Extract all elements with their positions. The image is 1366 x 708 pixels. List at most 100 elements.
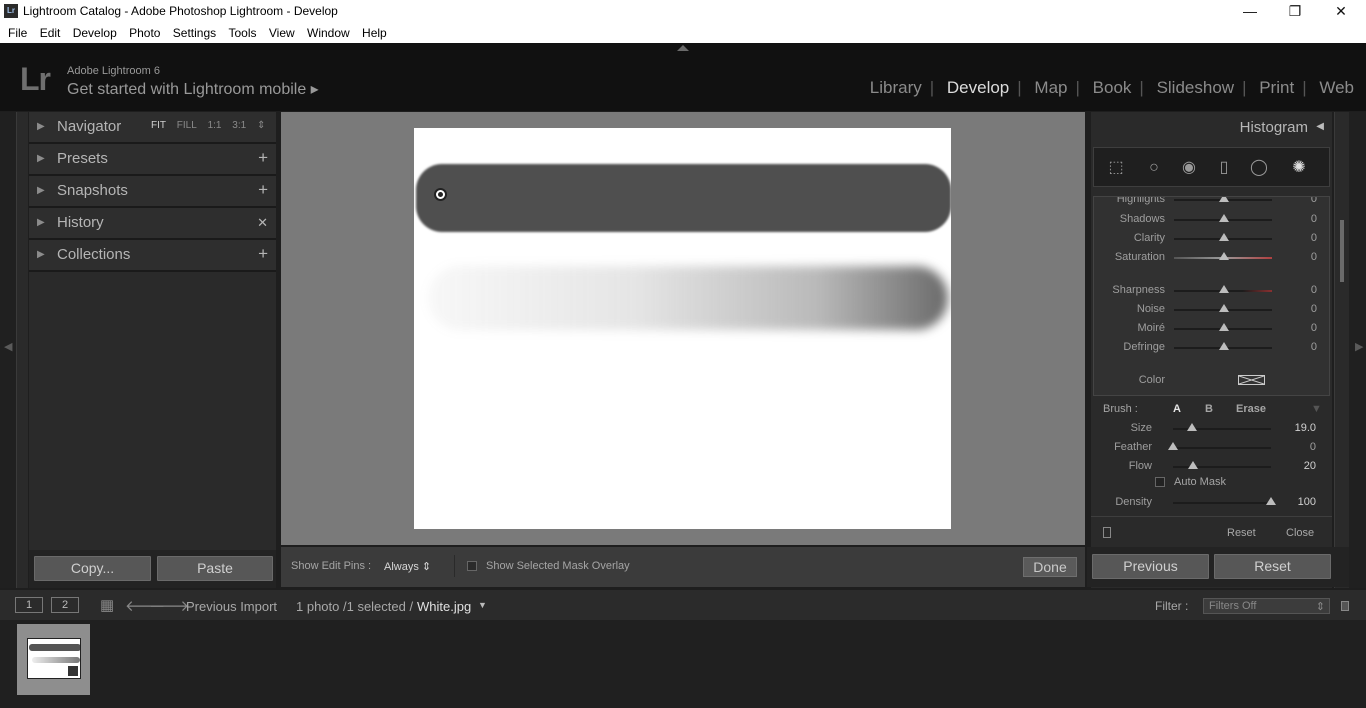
- navigator-header[interactable]: ▶ Navigator FIT FILL 1:1 3:1 ⇕: [29, 112, 276, 144]
- graduated-filter-icon[interactable]: ▯: [1214, 158, 1234, 178]
- histogram-header[interactable]: Histogram ◀: [1091, 112, 1332, 142]
- grid-view-icon[interactable]: ▦: [100, 596, 114, 614]
- adj-noise[interactable]: Noise 0: [1094, 301, 1329, 319]
- right-edge[interactable]: ▶: [1349, 112, 1366, 588]
- lightroom-window: Lr Lightroom Catalog - Adobe Photoshop L…: [0, 0, 1366, 708]
- radial-filter-icon[interactable]: ◯: [1249, 158, 1269, 178]
- mask-overlay-checkbox[interactable]: [467, 561, 477, 571]
- module-web[interactable]: Web: [1311, 78, 1362, 97]
- adj-color[interactable]: Color: [1094, 372, 1329, 390]
- maximize-button[interactable]: ❐: [1272, 0, 1318, 23]
- menu-view[interactable]: View: [269, 23, 295, 40]
- filter-lock-switch[interactable]: [1341, 601, 1349, 611]
- brush-size[interactable]: Size 19.0: [1093, 420, 1330, 438]
- screen-2-button[interactable]: 2: [51, 597, 79, 613]
- edit-pin-icon[interactable]: [434, 188, 447, 201]
- brush-collapse-icon[interactable]: ▼: [1311, 403, 1322, 415]
- menu-edit[interactable]: Edit: [40, 23, 61, 40]
- zoom-1-1[interactable]: 1:1: [208, 120, 222, 131]
- menu-settings[interactable]: Settings: [173, 23, 216, 40]
- module-print[interactable]: Print: [1251, 78, 1302, 97]
- presets-header[interactable]: ▶ Presets +: [29, 144, 276, 176]
- mask-reset-button[interactable]: Reset: [1227, 527, 1256, 539]
- adjustment-brush-icon[interactable]: ✺: [1289, 158, 1309, 178]
- snapshots-header[interactable]: ▶ Snapshots +: [29, 176, 276, 208]
- auto-mask-checkbox[interactable]: [1155, 477, 1165, 487]
- zoom-fill[interactable]: FILL: [177, 120, 197, 131]
- zoom-fit[interactable]: FIT: [151, 120, 166, 131]
- photo-thumbnail[interactable]: [27, 638, 81, 679]
- done-button[interactable]: Done: [1023, 557, 1077, 577]
- brush-b-tab[interactable]: B: [1205, 403, 1213, 415]
- mobile-promo-link[interactable]: Get started with Lightroom mobile ▸: [67, 79, 319, 99]
- forward-arrow-icon[interactable]: 🡒: [149, 596, 189, 615]
- brush-erase-tab[interactable]: Erase: [1236, 403, 1266, 415]
- module-develop[interactable]: Develop: [939, 78, 1017, 97]
- collapse-right-panel-icon[interactable]: ▶: [1355, 340, 1363, 353]
- clear-history-icon[interactable]: ✕: [257, 215, 268, 231]
- spot-removal-icon[interactable]: ○: [1144, 158, 1164, 178]
- show-edit-pins-select[interactable]: Always ⇕: [384, 560, 431, 573]
- add-snapshot-icon[interactable]: +: [258, 180, 268, 200]
- collapse-top-panel-icon[interactable]: [677, 45, 689, 51]
- collections-label: Collections: [57, 246, 131, 263]
- filter-select[interactable]: Filters Off ⇕: [1203, 598, 1330, 614]
- brush-density[interactable]: Density 100: [1093, 494, 1330, 512]
- close-button[interactable]: ✕: [1318, 0, 1364, 23]
- menu-window[interactable]: Window: [307, 23, 350, 40]
- previous-button[interactable]: Previous: [1092, 554, 1209, 579]
- adj-clarity[interactable]: Clarity 0: [1094, 230, 1329, 248]
- screen-1-button[interactable]: 1: [15, 597, 43, 613]
- filmstrip-cell[interactable]: [17, 624, 90, 695]
- collapse-left-panel-icon[interactable]: ◀: [4, 340, 12, 353]
- zoom-3-1[interactable]: 3:1: [232, 120, 246, 131]
- brush-flow[interactable]: Flow 20: [1093, 458, 1330, 476]
- color-swatch-icon[interactable]: [1238, 375, 1265, 385]
- photo-preview[interactable]: [414, 128, 951, 529]
- left-panel-footer: Copy... Paste: [29, 550, 276, 588]
- brush-feather[interactable]: Feather 0: [1093, 439, 1330, 457]
- show-edit-pins-label: Show Edit Pins :: [291, 560, 372, 572]
- brush-a-tab[interactable]: A: [1173, 403, 1181, 415]
- reset-button[interactable]: Reset: [1214, 554, 1331, 579]
- filename-chevron-icon[interactable]: ▼: [478, 600, 487, 610]
- paste-settings-button[interactable]: Paste: [157, 556, 273, 581]
- filmstrip-bar: 1 2 ▦ 🡐 🡒 Previous Import 1 photo /1 sel…: [0, 590, 1366, 620]
- zoom-spinner-icon[interactable]: ⇕: [257, 120, 265, 131]
- menu-tools[interactable]: Tools: [229, 23, 257, 40]
- adj-saturation[interactable]: Saturation 0: [1094, 249, 1329, 267]
- add-preset-icon[interactable]: +: [258, 148, 268, 168]
- module-book[interactable]: Book: [1085, 78, 1140, 97]
- source-label[interactable]: Previous Import: [186, 599, 277, 614]
- menu-help[interactable]: Help: [362, 23, 387, 40]
- photo-canvas[interactable]: [281, 112, 1085, 545]
- left-panel-scroll-strip: [16, 112, 28, 588]
- navigator-label: Navigator: [57, 118, 122, 135]
- menu-develop[interactable]: Develop: [73, 23, 117, 40]
- adj-sharpness[interactable]: Sharpness 0: [1094, 282, 1329, 300]
- right-panel-scrollbar[interactable]: [1334, 112, 1349, 588]
- module-map[interactable]: Map: [1026, 78, 1075, 97]
- filename-dropdown[interactable]: White.jpg: [417, 599, 471, 614]
- photo-count: 1 photo /1 selected /: [296, 599, 414, 614]
- adj-moire[interactable]: Moiré 0: [1094, 320, 1329, 338]
- crop-tool-icon[interactable]: ⬚: [1106, 158, 1126, 178]
- collapse-histogram-icon[interactable]: ◀: [1316, 121, 1324, 132]
- adj-highlights[interactable]: Highlights 0: [1094, 197, 1329, 209]
- minimize-button[interactable]: —: [1227, 0, 1273, 23]
- left-edge[interactable]: ◀: [0, 112, 16, 588]
- add-collection-icon[interactable]: +: [258, 244, 268, 264]
- menu-file[interactable]: File: [8, 23, 27, 40]
- mask-toggle-switch[interactable]: [1103, 527, 1111, 538]
- red-eye-icon[interactable]: ◉: [1179, 158, 1199, 178]
- adj-shadows[interactable]: Shadows 0: [1094, 211, 1329, 229]
- scrollbar-thumb[interactable]: [1340, 220, 1344, 282]
- collections-header[interactable]: ▶ Collections +: [29, 240, 276, 272]
- menu-photo[interactable]: Photo: [129, 23, 160, 40]
- module-library[interactable]: Library: [862, 78, 930, 97]
- copy-settings-button[interactable]: Copy...: [34, 556, 151, 581]
- adj-defringe[interactable]: Defringe 0: [1094, 339, 1329, 357]
- mask-close-button[interactable]: Close: [1286, 527, 1314, 539]
- history-header[interactable]: ▶ History ✕: [29, 208, 276, 240]
- module-slideshow[interactable]: Slideshow: [1149, 78, 1243, 97]
